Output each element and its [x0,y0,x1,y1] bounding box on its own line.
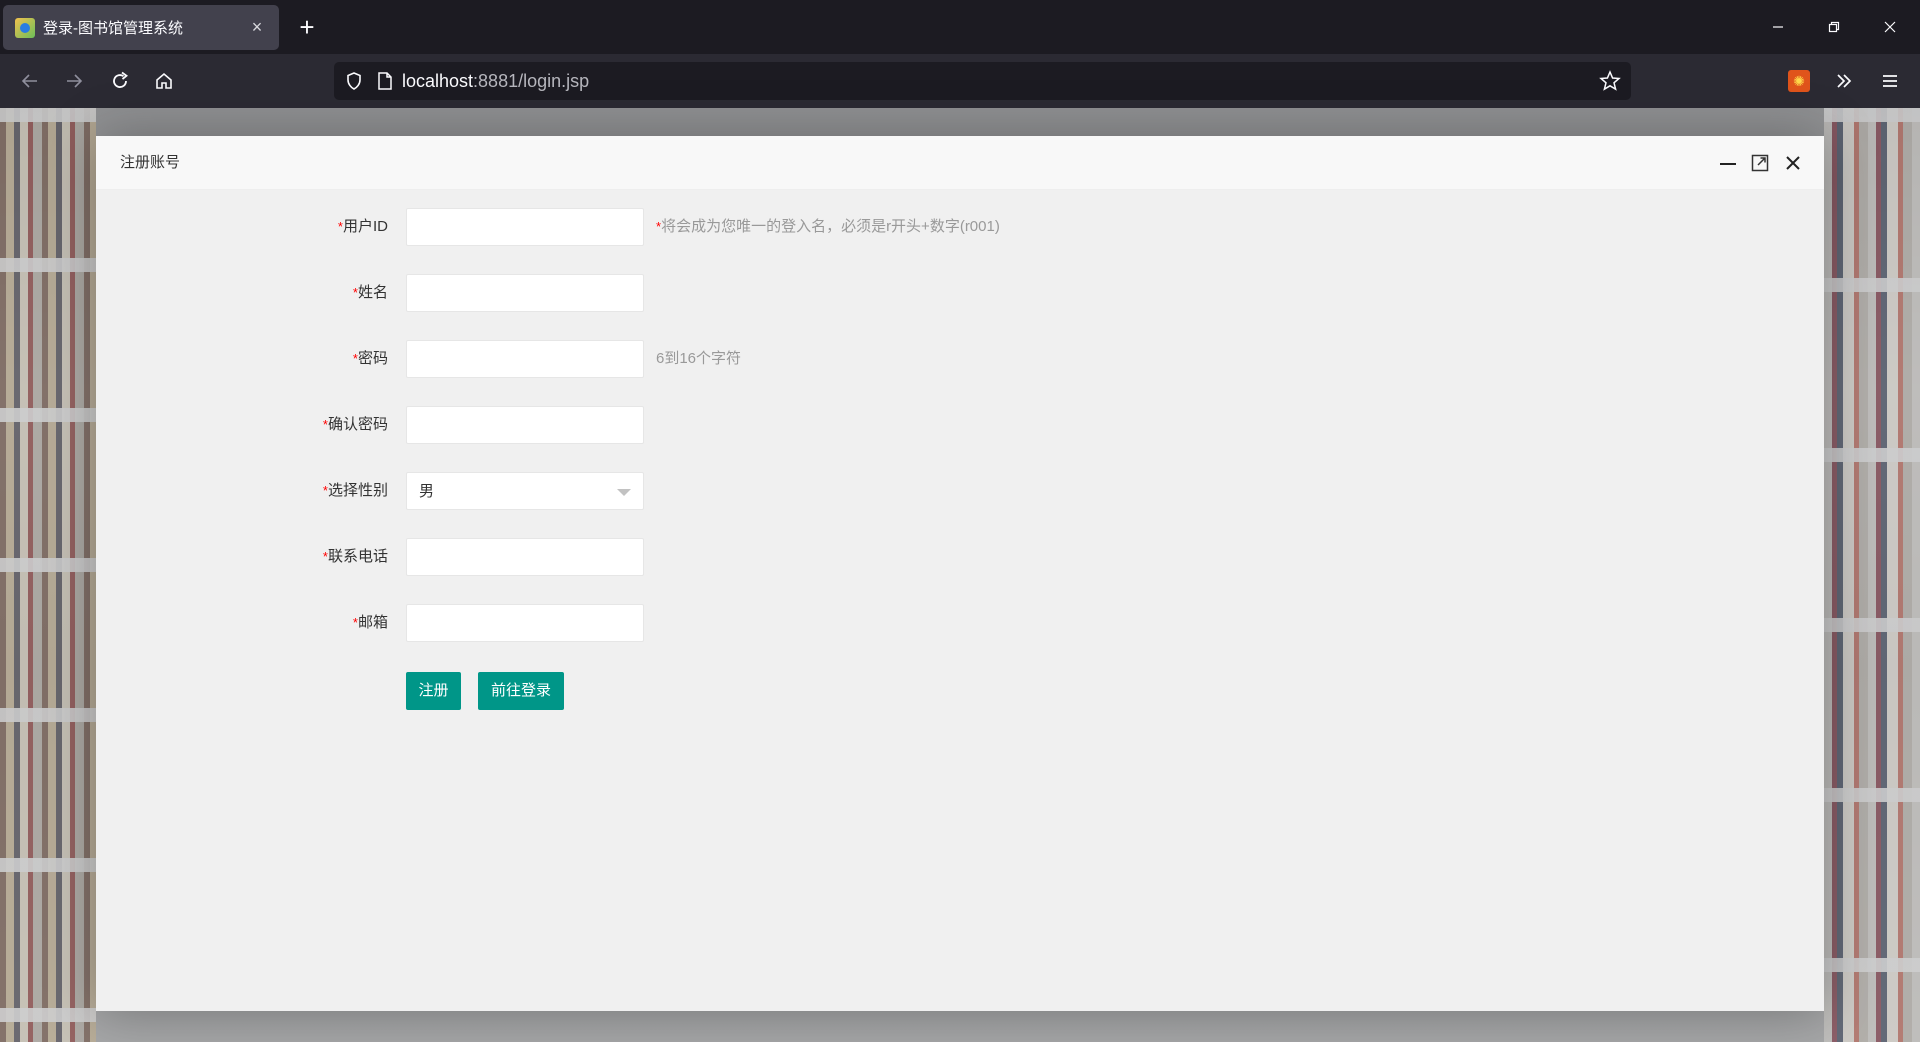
dialog-maximize-button[interactable] [1750,153,1770,173]
phone-label: *联系电话 [96,538,388,576]
register-dialog: 注册账号 *用户ID *将会成为您唯一的登入名，必须是r开头+数字(r001) … [96,136,1824,1011]
phone-label-text: 联系电话 [327,548,388,565]
gender-label-text: 选择性别 [327,482,388,499]
dialog-title: 注册账号 [120,154,181,171]
register-form: *用户ID *将会成为您唯一的登入名，必须是r开头+数字(r001) *姓名 *… [96,190,1824,1011]
maximize-icon [1751,154,1769,172]
shield-icon [347,72,361,90]
confirm-password-label: *确认密码 [96,406,388,444]
double-chevron-icon [1837,74,1852,88]
home-button[interactable] [148,65,180,97]
window-minimize-button[interactable] [1750,0,1806,54]
reload-icon [113,71,128,88]
form-row-confirm-password: *确认密码 [96,406,1096,444]
name-label: *姓名 [96,274,388,312]
hamburger-icon [1883,75,1897,87]
user-id-label: *用户ID [96,208,388,246]
email-label-text: 邮箱 [357,614,388,631]
gender-label: *选择性别 [96,472,388,510]
form-row-user-id: *用户ID *将会成为您唯一的登入名，必须是r开头+数字(r001) [96,208,1096,246]
form-row-name: *姓名 [96,274,1096,312]
new-tab-button[interactable]: + [292,12,322,42]
url-bar[interactable]: localhost:8881/login.jsp [334,62,1631,100]
page-icon [378,72,392,90]
close-icon [1786,156,1800,170]
url-path: :8881/login.jsp [473,70,590,91]
tab-close-button[interactable]: × [247,17,267,38]
home-icon [156,72,172,89]
goto-login-button[interactable]: 前往登录 [478,672,564,710]
extension-icon[interactable]: ✺ [1788,70,1810,92]
password-label-text: 密码 [357,350,388,367]
window-restore-button[interactable] [1806,0,1862,54]
url-text: localhost:8881/login.jsp [402,71,589,92]
confirm-password-input[interactable] [406,406,644,444]
password-input[interactable] [406,340,644,378]
url-host: localhost [402,70,474,91]
user-id-hint: *将会成为您唯一的登入名，必须是r开头+数字(r001) [656,208,1000,246]
dialog-header: 注册账号 [96,136,1824,190]
form-row-email: *邮箱 [96,604,1096,642]
gender-selected-value: 男 [419,483,435,500]
background-bookshelf-right [1824,108,1920,1042]
browser-tabbar: 登录-图书馆管理系统 × + [0,0,1920,54]
email-label: *邮箱 [96,604,388,642]
minimize-icon [1773,26,1783,28]
arrow-right-icon [67,74,83,88]
tab-title: 登录-图书馆管理系统 [43,20,183,37]
dialog-minimize-button[interactable] [1718,153,1738,173]
password-hint: 6到16个字符 [656,350,742,367]
back-button[interactable] [14,65,46,97]
forward-button[interactable] [58,65,90,97]
form-actions: 注册 前往登录 [96,672,1096,710]
form-row-password: *密码 6到16个字符 [96,340,1096,378]
register-button[interactable]: 注册 [406,672,461,710]
user-id-input[interactable] [406,208,644,246]
bookmark-star-icon[interactable] [1599,70,1621,92]
caret-down-icon [617,489,631,496]
dialog-close-button[interactable] [1783,153,1803,173]
user-id-hint-text: 将会成为您唯一的登入名，必须是r开头+数字(r001) [661,218,1000,235]
confirm-password-label-text: 确认密码 [327,416,388,433]
user-id-label-text: 用户ID [342,218,388,235]
arrow-left-icon [21,74,37,88]
email-input[interactable] [406,604,644,642]
background-bookshelf-left [0,108,96,1042]
phone-input[interactable] [406,538,644,576]
site-favicon-icon [15,17,35,38]
browser-navbar: localhost:8881/login.jsp ✺ [0,54,1920,108]
form-row-gender: *选择性别 男 [96,472,1096,510]
app-menu-button[interactable] [1874,65,1906,97]
close-icon [1884,21,1896,33]
form-row-phone: *联系电话 [96,538,1096,576]
overflow-menu-button[interactable] [1828,65,1860,97]
minimize-icon [1720,163,1736,165]
reload-button[interactable] [104,65,136,97]
gender-select[interactable]: 男 [406,472,644,510]
restore-icon [1828,21,1840,33]
window-close-button[interactable] [1862,0,1918,54]
name-input[interactable] [406,274,644,312]
browser-tab[interactable]: 登录-图书馆管理系统 × [3,5,279,50]
password-label: *密码 [96,340,388,378]
name-label-text: 姓名 [357,284,388,301]
